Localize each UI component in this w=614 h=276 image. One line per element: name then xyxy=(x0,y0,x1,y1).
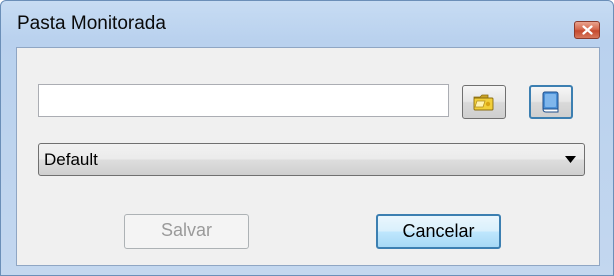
folder-path-input[interactable] xyxy=(38,84,449,117)
folder-icon xyxy=(473,94,494,111)
dialog-body: Default Salvar Cancelar xyxy=(16,47,600,266)
close-button[interactable] xyxy=(574,21,600,39)
close-icon xyxy=(582,25,593,35)
dialog-window: Pasta Monitorada Default Salvar Cancelar xyxy=(0,0,614,276)
browse-folder-button[interactable] xyxy=(462,85,506,119)
title-bar[interactable]: Pasta Monitorada xyxy=(1,1,613,45)
profile-select[interactable]: Default xyxy=(38,143,585,176)
profile-select-value: Default xyxy=(44,150,98,169)
save-button[interactable]: Salvar xyxy=(124,214,249,249)
book-icon xyxy=(542,91,559,113)
cancel-button[interactable]: Cancelar xyxy=(376,214,501,249)
open-book-button[interactable] xyxy=(529,85,573,119)
window-title: Pasta Monitorada xyxy=(17,13,166,34)
chevron-down-icon xyxy=(565,156,576,163)
